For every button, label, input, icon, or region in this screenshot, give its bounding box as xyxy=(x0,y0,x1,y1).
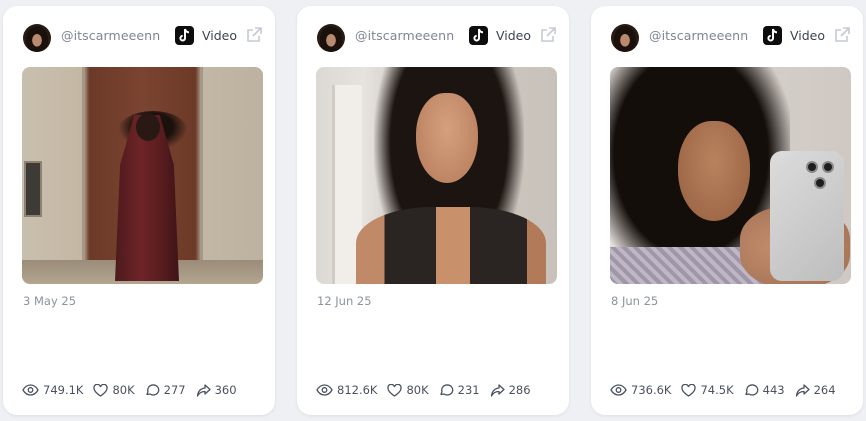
external-link-icon[interactable] xyxy=(539,26,557,44)
post-type-label: Video xyxy=(790,28,826,43)
external-link-icon[interactable] xyxy=(833,26,851,44)
card-header: @itscarmeeenn Video xyxy=(3,6,275,68)
card-header: @itscarmeeenn Video xyxy=(297,6,569,68)
post-card[interactable]: @itscarmeeenn Video 3 May 25 749.1K 80K … xyxy=(3,6,275,415)
stats-row: 736.6K 74.5K 443 264 xyxy=(610,382,846,398)
shares-stat: 264 xyxy=(795,383,836,397)
comment-icon xyxy=(146,384,160,396)
username[interactable]: @itscarmeeenn xyxy=(355,28,454,43)
post-type-label: Video xyxy=(496,28,532,43)
external-link-icon[interactable] xyxy=(245,26,263,44)
video-thumbnail[interactable] xyxy=(316,67,557,284)
share-icon xyxy=(196,383,211,397)
likes-count: 80K xyxy=(406,383,429,397)
shares-stat: 360 xyxy=(196,383,237,397)
post-date: 3 May 25 xyxy=(23,294,77,308)
post-card[interactable]: @itscarmeeenn Video 12 Jun 25 812.6K 80K… xyxy=(297,6,569,415)
eye-icon xyxy=(22,384,39,396)
likes-count: 74.5K xyxy=(700,383,734,397)
comment-icon xyxy=(744,384,758,396)
avatar[interactable] xyxy=(23,24,51,52)
comments-count: 277 xyxy=(163,383,186,397)
views-count: 749.1K xyxy=(43,383,84,397)
stats-row: 749.1K 80K 277 360 xyxy=(22,382,247,398)
share-icon xyxy=(795,383,810,397)
views-count: 736.6K xyxy=(631,383,672,397)
post-date: 12 Jun 25 xyxy=(317,294,372,308)
comment-icon xyxy=(440,384,454,396)
eye-icon xyxy=(316,384,333,396)
comments-stat: 443 xyxy=(744,383,785,397)
username[interactable]: @itscarmeeenn xyxy=(649,28,748,43)
avatar[interactable] xyxy=(317,24,345,52)
shares-stat: 286 xyxy=(490,383,531,397)
avatar[interactable] xyxy=(611,24,639,52)
views-stat: 736.6K xyxy=(610,383,671,397)
views-stat: 812.6K xyxy=(316,383,377,397)
heart-icon xyxy=(93,383,109,397)
share-icon xyxy=(490,383,505,397)
comments-count: 231 xyxy=(457,383,480,397)
likes-stat: 80K xyxy=(93,383,135,397)
likes-stat: 74.5K xyxy=(681,383,734,397)
heart-icon xyxy=(387,383,403,397)
video-thumbnail[interactable] xyxy=(610,67,851,284)
eye-icon xyxy=(610,384,627,396)
likes-stat: 80K xyxy=(387,383,429,397)
post-card[interactable]: @itscarmeeenn Video 8 Jun 25 736.6K 74.5… xyxy=(591,6,863,415)
post-date: 8 Jun 25 xyxy=(611,294,659,308)
comments-stat: 231 xyxy=(439,383,480,397)
comments-count: 443 xyxy=(762,383,785,397)
video-thumbnail[interactable] xyxy=(22,67,263,284)
username[interactable]: @itscarmeeenn xyxy=(61,28,160,43)
card-header: @itscarmeeenn Video xyxy=(591,6,863,68)
heart-icon xyxy=(681,383,697,397)
tiktok-icon xyxy=(763,26,782,45)
views-count: 812.6K xyxy=(337,383,378,397)
comments-stat: 277 xyxy=(145,383,186,397)
post-type-label: Video xyxy=(202,28,238,43)
tiktok-icon xyxy=(175,26,194,45)
likes-count: 80K xyxy=(112,383,135,397)
tiktok-icon xyxy=(469,26,488,45)
stats-row: 812.6K 80K 231 286 xyxy=(316,382,541,398)
shares-count: 360 xyxy=(214,383,237,397)
shares-count: 286 xyxy=(508,383,531,397)
shares-count: 264 xyxy=(813,383,836,397)
views-stat: 749.1K xyxy=(22,383,83,397)
